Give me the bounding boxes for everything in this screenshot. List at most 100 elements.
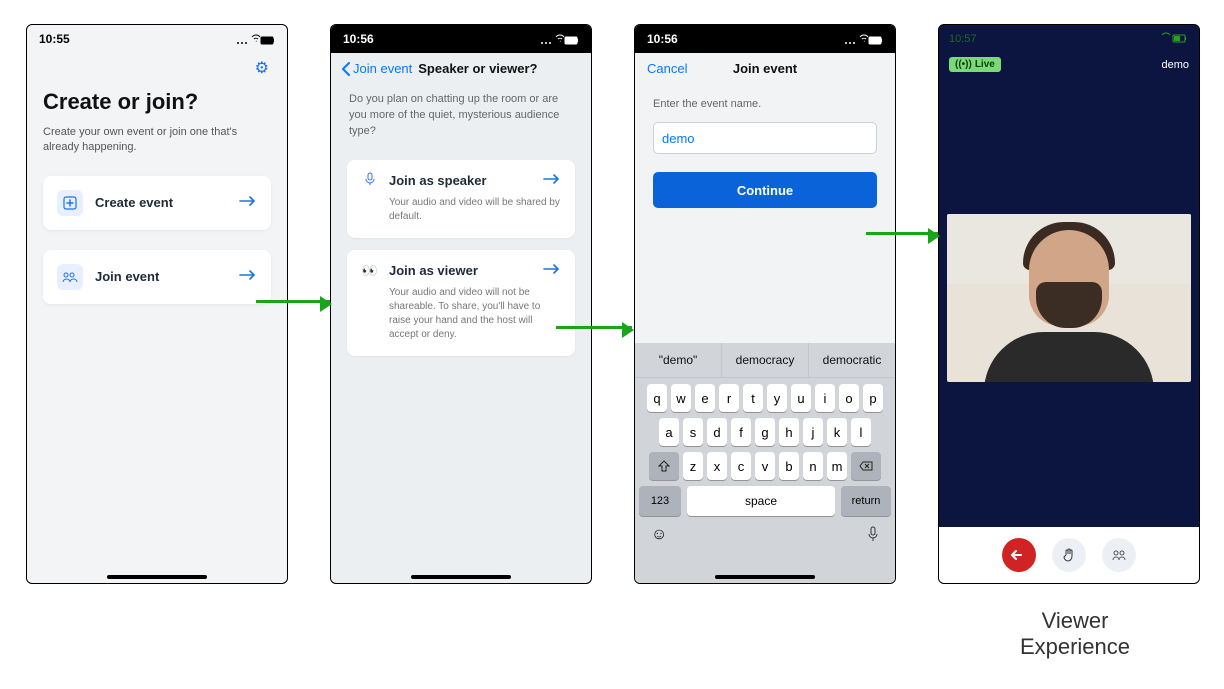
- numbers-key[interactable]: 123: [639, 486, 681, 516]
- status-icons: [843, 32, 883, 46]
- input-hint: Enter the event name.: [653, 98, 877, 110]
- event-name-input[interactable]: [653, 122, 877, 154]
- keyboard-row-2: asdfghjkl: [639, 418, 891, 446]
- plus-icon: [57, 190, 83, 216]
- create-event-button[interactable]: Create event: [43, 176, 271, 230]
- join-as-speaker-button[interactable]: Join as speaker Your audio and video wil…: [347, 160, 575, 238]
- nav-title: Speaker or viewer?: [418, 61, 537, 76]
- speaker-video-tile[interactable]: [947, 214, 1191, 382]
- keyboard-row-3: zxcvbnm: [639, 452, 891, 480]
- key-m[interactable]: m: [827, 452, 847, 480]
- keyboard-suggestions[interactable]: "demo" democracy democratic: [635, 343, 895, 378]
- key-e[interactable]: e: [695, 384, 715, 412]
- key-q[interactable]: q: [647, 384, 667, 412]
- status-bar: 10:56: [635, 25, 895, 53]
- status-icons: [1159, 32, 1189, 47]
- status-icons: [539, 32, 579, 46]
- key-r[interactable]: r: [719, 384, 739, 412]
- key-f[interactable]: f: [731, 418, 751, 446]
- suggestion-item[interactable]: democracy: [722, 343, 809, 377]
- suggestion-item[interactable]: democratic: [809, 343, 895, 377]
- back-label: Join event: [353, 61, 412, 76]
- flow-arrow-icon: [256, 300, 330, 303]
- key-k[interactable]: k: [827, 418, 847, 446]
- nav-bar: Join event Speaker or viewer?: [331, 53, 591, 84]
- settings-gear-icon[interactable]: ⚙: [255, 58, 269, 78]
- create-event-label: Create event: [95, 195, 173, 210]
- key-i[interactable]: i: [815, 384, 835, 412]
- participants-button[interactable]: [1102, 538, 1136, 572]
- dictation-key[interactable]: [867, 526, 879, 547]
- key-u[interactable]: u: [791, 384, 811, 412]
- cancel-button[interactable]: Cancel: [647, 61, 687, 76]
- screen-live-viewer: 10:57 ((•))Live demo: [938, 24, 1200, 584]
- key-h[interactable]: h: [779, 418, 799, 446]
- status-time: 10:57: [949, 33, 977, 45]
- status-bar: 10:57: [939, 25, 1199, 53]
- key-a[interactable]: a: [659, 418, 679, 446]
- arrow-right-icon: [239, 194, 257, 212]
- viewer-title: Join as viewer: [389, 263, 478, 278]
- suggestion-item[interactable]: "demo": [635, 343, 722, 377]
- key-p[interactable]: p: [863, 384, 883, 412]
- key-t[interactable]: t: [743, 384, 763, 412]
- key-v[interactable]: v: [755, 452, 775, 480]
- page-description: Do you plan on chatting up the room or a…: [331, 84, 591, 148]
- join-as-viewer-button[interactable]: 👀 Join as viewer Your audio and video wi…: [347, 250, 575, 356]
- key-c[interactable]: c: [731, 452, 751, 480]
- people-icon: [57, 264, 83, 290]
- nav-bar: Cancel Join event: [635, 53, 895, 84]
- shift-key[interactable]: [649, 452, 679, 480]
- home-indicator: [411, 575, 511, 579]
- key-d[interactable]: d: [707, 418, 727, 446]
- screen-create-or-join: 10:55 ⚙ Create or join? Create your own …: [26, 24, 288, 584]
- event-name-label: demo: [1161, 59, 1189, 71]
- join-event-label: Join event: [95, 269, 159, 284]
- emoji-key[interactable]: ☺: [651, 526, 667, 547]
- speaker-desc: Your audio and video will be shared by d…: [389, 196, 561, 224]
- flow-arrow-icon: [556, 326, 632, 329]
- key-z[interactable]: z: [683, 452, 703, 480]
- keyboard[interactable]: "demo" democracy democratic qwertyuiop a…: [635, 343, 895, 583]
- screen-join-event-entry: 10:56 Cancel Join event Enter the event …: [634, 24, 896, 584]
- home-indicator: [107, 575, 207, 579]
- key-y[interactable]: y: [767, 384, 787, 412]
- arrow-right-icon: [239, 268, 257, 286]
- viewer-desc: Your audio and video will not be shareab…: [389, 286, 561, 342]
- key-w[interactable]: w: [671, 384, 691, 412]
- page-subtitle: Create your own event or join one that's…: [43, 125, 253, 156]
- key-s[interactable]: s: [683, 418, 703, 446]
- video-stage: [939, 76, 1199, 527]
- status-bar: 10:56: [331, 25, 591, 53]
- key-x[interactable]: x: [707, 452, 727, 480]
- status-time: 10:56: [343, 32, 374, 46]
- key-n[interactable]: n: [803, 452, 823, 480]
- space-key[interactable]: space: [687, 486, 835, 516]
- status-bar: 10:55: [27, 25, 287, 53]
- join-event-button[interactable]: Join event: [43, 250, 271, 304]
- home-indicator: [715, 575, 815, 579]
- key-j[interactable]: j: [803, 418, 823, 446]
- status-time: 10:56: [647, 32, 678, 46]
- raise-hand-button[interactable]: [1052, 538, 1086, 572]
- microphone-icon: [361, 172, 379, 189]
- key-g[interactable]: g: [755, 418, 775, 446]
- key-b[interactable]: b: [779, 452, 799, 480]
- live-badge: ((•))Live: [949, 57, 1001, 72]
- leave-button[interactable]: [1002, 538, 1036, 572]
- nav-title: Join event: [733, 61, 797, 76]
- speaker-title: Join as speaker: [389, 173, 487, 188]
- flow-arrow-icon: [866, 232, 938, 235]
- page-title: Create or join?: [43, 89, 271, 115]
- backspace-key[interactable]: [851, 452, 881, 480]
- return-key[interactable]: return: [841, 486, 891, 516]
- arrow-right-icon: [543, 262, 561, 280]
- caption-label: Viewer Experience: [1000, 608, 1150, 660]
- back-button[interactable]: Join event: [341, 61, 412, 76]
- keyboard-row-1: qwertyuiop: [639, 384, 891, 412]
- home-indicator: [1019, 575, 1119, 579]
- continue-button[interactable]: Continue: [653, 172, 877, 208]
- key-l[interactable]: l: [851, 418, 871, 446]
- status-icons: [235, 32, 275, 46]
- key-o[interactable]: o: [839, 384, 859, 412]
